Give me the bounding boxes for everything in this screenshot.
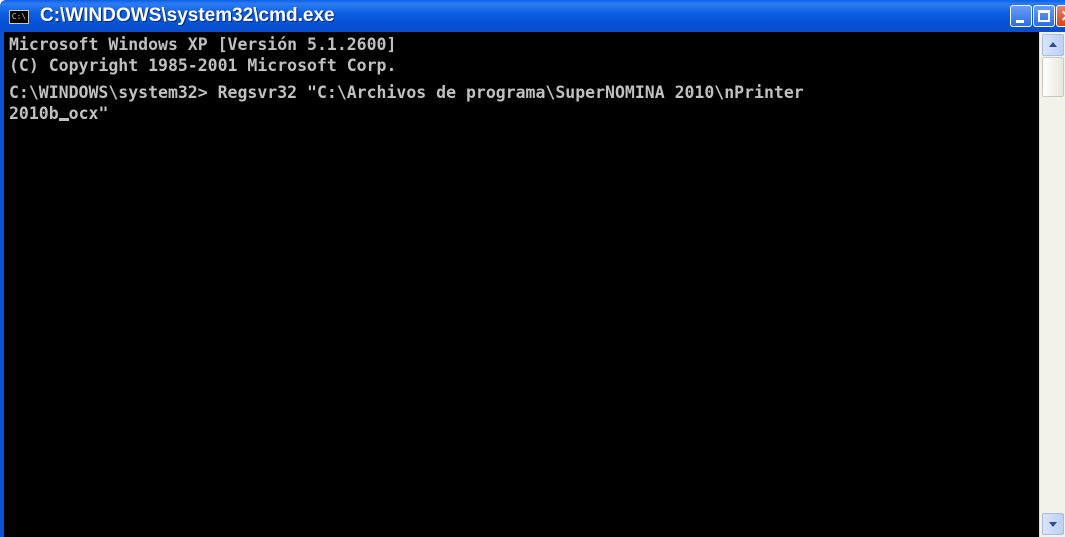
- console-output[interactable]: Microsoft Windows XP [Versión 5.1.2600] …: [4, 32, 1039, 537]
- scroll-down-arrow-icon: [1049, 522, 1057, 527]
- text-cursor: [58, 118, 69, 121]
- console-icon-text: C:\: [11, 12, 27, 21]
- console-line-1: Microsoft Windows XP [Versión 5.1.2600]: [9, 35, 397, 54]
- maximize-icon: [1038, 10, 1050, 22]
- maximize-button[interactable]: [1033, 5, 1055, 27]
- minimize-icon: [1016, 20, 1024, 23]
- title-bar[interactable]: C:\ C:\WINDOWS\system32\cmd.exe ×: [0, 0, 1065, 32]
- cmd-window: C:\ C:\WINDOWS\system32\cmd.exe × Micros…: [0, 0, 1065, 537]
- command-text-part-1: 2010b: [9, 104, 59, 123]
- scroll-down-button[interactable]: [1042, 513, 1064, 535]
- command-text-part-2: ocx": [68, 104, 109, 123]
- window-title: C:\WINDOWS\system32\cmd.exe: [40, 5, 335, 26]
- scroll-up-button[interactable]: [1042, 34, 1064, 56]
- scroll-up-arrow-icon: [1049, 42, 1057, 47]
- scrollbar-thumb[interactable]: [1042, 57, 1064, 97]
- close-icon: ×: [1060, 6, 1065, 26]
- console-command-line: C:\WINDOWS\system32> Regsvr32 "C:\Archiv…: [9, 83, 804, 102]
- cmd-console-icon[interactable]: C:\: [9, 10, 29, 24]
- vertical-scrollbar[interactable]: [1039, 32, 1065, 537]
- console-command-continuation: 2010b ocx": [4, 101, 1039, 122]
- console-line-2: (C) Copyright 1985-2001 Microsoft Corp.: [9, 56, 397, 75]
- close-button[interactable]: ×: [1056, 5, 1065, 27]
- minimize-button[interactable]: [1010, 5, 1032, 27]
